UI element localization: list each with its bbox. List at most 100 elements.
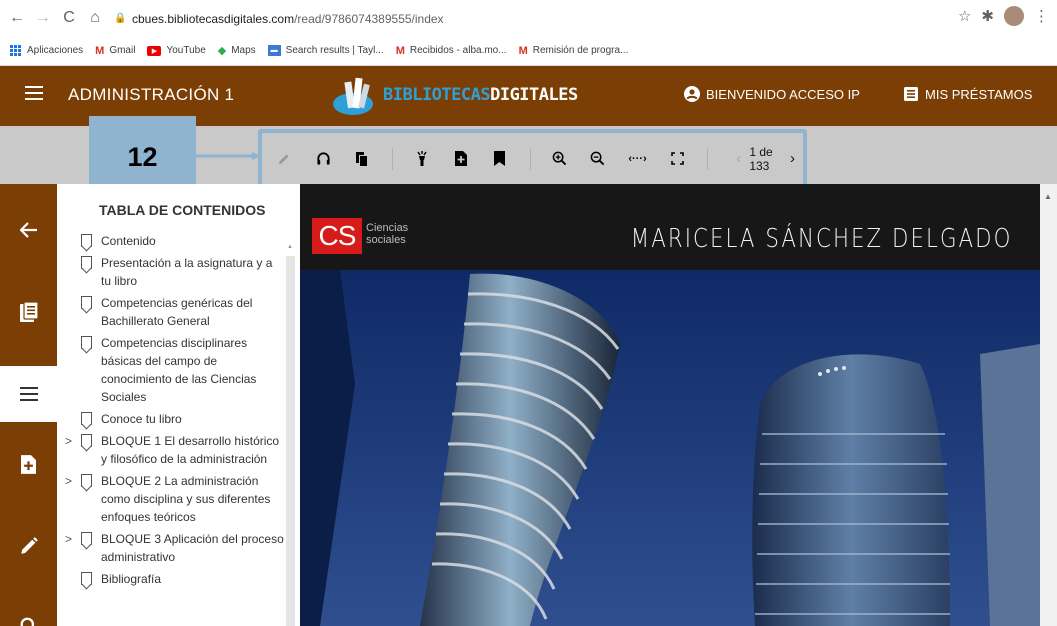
chevron-left-icon[interactable]: ‹ (736, 150, 741, 167)
bookmark-search-results[interactable]: ▬ Search results | Tayl... (267, 45, 384, 56)
library-icon (903, 86, 919, 102)
site-logo[interactable]: BIBLIOTECASDIGITALES (333, 74, 578, 116)
bookmark-outline-icon (81, 532, 92, 545)
bookmark-label: Recibidos - alba.mo... (409, 45, 507, 56)
gmail-icon: M (95, 44, 105, 57)
back-arrow-icon[interactable] (0, 202, 57, 258)
toc-title: TABLA DE CONTENIDOS (99, 202, 266, 218)
add-note-icon[interactable] (0, 436, 57, 492)
bookmark-label: Maps (231, 45, 256, 56)
logo-text-part1: BIBLIOTECAS (383, 85, 491, 105)
chevron-right-icon[interactable]: > (65, 432, 72, 450)
toc-item[interactable]: > BLOQUE 2 La administración como discipl… (57, 472, 285, 526)
zoom-out-icon[interactable] (589, 149, 606, 169)
callout-arrow (196, 152, 262, 160)
toolbar-divider (529, 147, 531, 170)
toolbar-divider (707, 147, 709, 170)
welcome-link[interactable]: BIENVENIDO ACCESO IP (684, 86, 860, 102)
bookmark-recibidos[interactable]: M Recibidos - alba.mo... (396, 45, 507, 57)
cs-logo: CS (312, 218, 362, 254)
bookmark-icon[interactable] (491, 149, 508, 169)
toc-item[interactable]: Presentación a la asignatura y a tu libr… (57, 254, 285, 290)
reader-app: ← → C ⌂ 🔒 cbues.bibliotecasdigitales.com… (0, 0, 1057, 626)
reload-icon[interactable]: C (58, 7, 80, 29)
bookmark-label: Aplicaciones (27, 45, 84, 56)
bookmark-apps[interactable]: Aplicaciones (10, 44, 84, 57)
bookmark-youtube[interactable]: ▶ YouTube (147, 45, 206, 56)
side-rail (0, 184, 57, 626)
maps-icon: ◆ (217, 45, 227, 57)
toc-item-label: Contenido (101, 234, 156, 248)
fullscreen-icon[interactable] (669, 149, 686, 169)
highlighter-icon[interactable] (413, 149, 430, 169)
toc-item[interactable]: Conoce tu libro (57, 410, 285, 428)
bookmarks-bar: Aplicaciones M Gmail ▶ YouTube ◆ Maps ▬ … (0, 36, 1057, 66)
pencil-icon[interactable] (0, 518, 57, 574)
bookmark-outline-icon (81, 234, 92, 247)
pencil-icon[interactable] (276, 149, 293, 169)
bookmark-label: YouTube (166, 45, 206, 56)
zoom-in-icon[interactable] (551, 149, 568, 169)
headphones-icon[interactable] (315, 149, 332, 169)
back-icon[interactable]: ← (6, 7, 28, 29)
toc-item-label: BLOQUE 2 La administración como discipli… (101, 474, 271, 524)
toc-item-label: BLOQUE 1 El desarrollo histórico y filos… (101, 434, 280, 466)
toc-item-label: Presentación a la asignatura y a tu libr… (101, 256, 273, 288)
toc-item-label: Competencias disciplinares básicas del c… (101, 336, 257, 404)
bookmark-label: Gmail (109, 45, 136, 56)
home-icon[interactable]: ⌂ (84, 7, 106, 29)
chevron-right-icon[interactable]: › (790, 150, 795, 167)
address-bar[interactable]: 🔒 cbues.bibliotecasdigitales.com/read/97… (114, 6, 1009, 31)
url-path: /read/9786074389555/index (294, 11, 444, 26)
bookmark-maps[interactable]: ◆ Maps (218, 44, 256, 57)
toc-item[interactable]: Competencias genéricas del Bachillerato … (57, 294, 285, 330)
apps-icon (10, 44, 22, 57)
youtube-icon: ▶ (147, 45, 162, 56)
kebab-menu-icon[interactable]: ⋮ (1034, 7, 1049, 25)
logo-text: BIBLIOTECASDIGITALES (383, 85, 578, 105)
gmail-icon: M (518, 44, 528, 57)
search-results-icon: ▬ (267, 45, 281, 56)
chevron-right-icon[interactable]: > (65, 472, 72, 490)
toc-item[interactable]: Contenido (57, 232, 285, 250)
bookmark-outline-icon (81, 412, 92, 425)
author-name: MARICELA SÁNCHEZ DELGADO (630, 224, 1012, 254)
library-icon[interactable] (0, 284, 57, 340)
forward-icon[interactable]: → (32, 7, 54, 29)
search-icon[interactable] (0, 598, 57, 626)
user-circle-icon (684, 86, 700, 102)
bookmark-outline-icon (81, 572, 92, 585)
toc-item[interactable]: Bibliografía (57, 570, 285, 588)
bookmark-label: Search results | Tayl... (285, 45, 384, 56)
add-note-icon[interactable] (452, 149, 469, 169)
bookmark-outline-icon (81, 296, 92, 309)
hamburger-menu-icon[interactable] (25, 86, 43, 100)
page-indicator: 1 de 133 (749, 144, 773, 173)
fit-width-icon[interactable]: ‹···› (628, 149, 646, 169)
browser-toolbar: ← → C ⌂ 🔒 cbues.bibliotecasdigitales.com… (0, 0, 1057, 36)
bookmark-label: Remisión de progra... (532, 45, 629, 56)
bookmark-outline-icon (81, 474, 92, 487)
page-title: ADMINISTRACIÓN 1 (68, 85, 235, 104)
welcome-label: BIENVENIDO ACCESO IP (706, 86, 860, 102)
toc-item-label: Bibliografía (101, 572, 162, 586)
menu-icon[interactable] (0, 366, 57, 422)
bookmark-remision[interactable]: M Remisión de progra... (519, 45, 629, 57)
url-host: cbues.bibliotecasdigitales.com (132, 11, 295, 26)
document-scrollbar[interactable] (1040, 184, 1057, 626)
bookmark-gmail[interactable]: M Gmail (95, 45, 135, 57)
avatar[interactable] (1004, 6, 1024, 26)
toc-item[interactable]: > BLOQUE 1 El desarrollo histórico y filo… (57, 432, 285, 468)
toc-item[interactable]: > BLOQUE 3 Aplicación del proceso adminis… (57, 530, 285, 566)
chevron-right-icon[interactable]: > (65, 530, 72, 548)
copy-icon[interactable] (354, 149, 371, 169)
toc-item[interactable]: Competencias disciplinares básicas del c… (57, 334, 285, 406)
toc-scrollbar[interactable] (286, 244, 295, 626)
toc-item-label: BLOQUE 3 Aplicación del proceso administ… (101, 532, 284, 564)
star-icon[interactable]: ☆ (958, 7, 971, 25)
extensions-icon[interactable]: ✱ (981, 7, 994, 25)
browser-actions: ☆ ✱ ⋮ (958, 6, 1049, 26)
document-page: CS Ciencias sociales MARICELA SÁNCHEZ DEL… (300, 184, 1040, 626)
my-loans-link[interactable]: MIS PRÉSTAMOS (903, 86, 1032, 102)
loans-label: MIS PRÉSTAMOS (925, 86, 1033, 102)
